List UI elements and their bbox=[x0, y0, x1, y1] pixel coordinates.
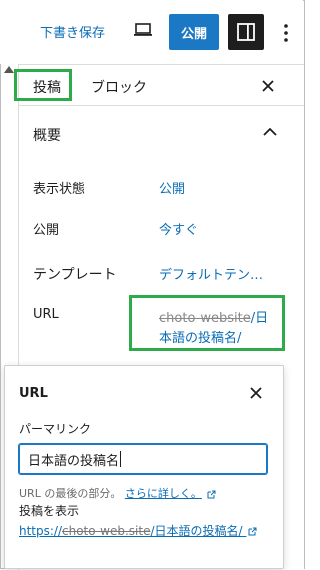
tab-post-highlight bbox=[14, 69, 72, 101]
url-value-line2[interactable]: 本語の投稿名/ bbox=[159, 327, 241, 346]
close-icon[interactable] bbox=[259, 77, 277, 95]
close-icon[interactable] bbox=[249, 386, 263, 400]
url-domain-redacted: choto-website bbox=[159, 311, 251, 326]
settings-toggle-button[interactable] bbox=[228, 14, 264, 50]
scroll-up-arrow[interactable] bbox=[4, 66, 14, 73]
publish-label: 公開 bbox=[33, 223, 60, 238]
permalink-input[interactable]: 日本語の投稿名 bbox=[19, 444, 267, 474]
permalink-input-value: 日本語の投稿名 bbox=[28, 453, 120, 469]
tab-block[interactable]: ブロック bbox=[91, 71, 147, 103]
editor-toolbar: 下書き保存 公開 bbox=[0, 0, 303, 64]
external-link-icon bbox=[207, 490, 216, 498]
url-value-tail: /日 bbox=[250, 311, 269, 326]
visibility-label: 表示状態 bbox=[33, 182, 86, 197]
text-caret bbox=[120, 451, 122, 467]
publish-date-value[interactable]: 今すぐ bbox=[159, 219, 198, 238]
save-draft-button[interactable]: 下書き保存 bbox=[40, 22, 105, 41]
publish-button[interactable]: 公開 bbox=[169, 14, 219, 50]
view-post-label: 投稿を表示 bbox=[19, 504, 80, 518]
help-text: URL の最後の部分。 bbox=[19, 487, 122, 500]
view-link-tail: /日本語の投稿名/ bbox=[150, 524, 243, 538]
view-link-domain-redacted: choto-web.site bbox=[62, 524, 151, 538]
url-value-line1[interactable]: choto-website/日 bbox=[159, 307, 268, 326]
url-label: URL bbox=[33, 307, 59, 322]
permalink-help: URL の最後の部分。 さらに詳しく。 bbox=[19, 485, 216, 501]
url-popover: URL パーマリンク 日本語の投稿名 URL の最後の部分。 さらに詳しく。 投… bbox=[4, 365, 284, 569]
template-label: テンプレート bbox=[33, 267, 117, 283]
external-link-icon bbox=[248, 527, 257, 536]
visibility-value[interactable]: 公開 bbox=[159, 178, 185, 197]
permalink-label: パーマリンク bbox=[19, 422, 92, 436]
popover-title: URL bbox=[19, 386, 48, 401]
chevron-up-icon[interactable] bbox=[263, 127, 277, 137]
summary-section-title[interactable]: 概要 bbox=[33, 125, 61, 145]
preview-device-icon[interactable] bbox=[134, 22, 152, 38]
more-options-icon[interactable] bbox=[278, 22, 294, 44]
view-post-link[interactable]: https://choto-web.site/日本語の投稿名/ bbox=[19, 522, 257, 539]
template-value[interactable]: デフォルトテン… bbox=[159, 264, 263, 283]
view-link-prefix: https:// bbox=[19, 524, 63, 538]
settings-panel-icon bbox=[237, 23, 255, 41]
learn-more-link[interactable]: さらに詳しく。 bbox=[125, 487, 202, 500]
sidebar-tabs: 投稿 ブロック bbox=[14, 65, 304, 106]
